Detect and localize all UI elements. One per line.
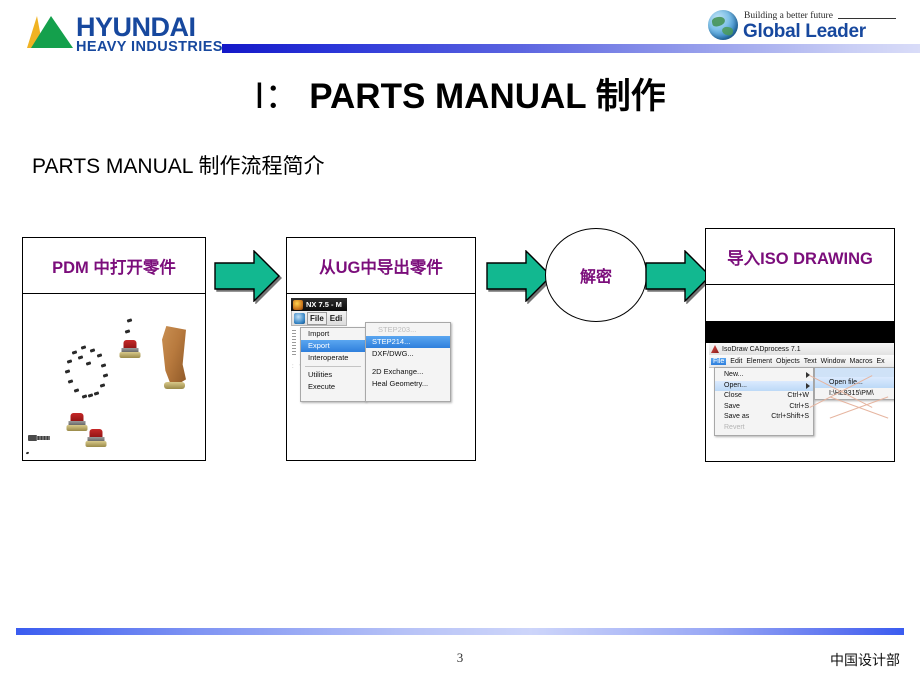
flow-step-1-header: PDM 中打开零件 <box>23 238 205 294</box>
logo-triangle-green-icon <box>31 16 73 48</box>
flow-step-1: PDM 中打开零件 <box>22 237 206 461</box>
nx-file-dropdown: Import Export Interoperate Utilities Exe… <box>300 327 366 402</box>
page-number: 3 <box>456 650 464 665</box>
nx-menu-item-interoperate[interactable]: Interoperate <box>301 352 365 364</box>
iso-menu-extras[interactable]: Ex <box>876 358 884 365</box>
page-title-numeral: Ⅰ： <box>254 77 300 116</box>
page-title-main: PARTS MANUAL <box>299 77 596 116</box>
brand-name: HYUNDAI <box>76 12 196 42</box>
iso-item-label: Open... <box>724 381 747 389</box>
iso-menu-macros[interactable]: Macros <box>850 358 873 365</box>
iso-menu-item-close[interactable]: Close Ctrl+W <box>715 391 813 402</box>
iso-menu-element[interactable]: Element <box>746 358 772 365</box>
iso-item-label: Save <box>724 402 740 410</box>
header-gradient-bar <box>222 44 920 53</box>
iso-item-label: New... <box>724 371 744 378</box>
hyundai-logo: HYUNDAI HEAVY INDUSTRIES <box>27 12 228 58</box>
cad-assembly-parts <box>23 294 205 460</box>
isodraw-file-menu-screenshot: IsoDraw CADprocess 7.1 File Edit Element… <box>706 285 894 461</box>
global-leader-logo: Building a better future Global Leader <box>708 8 898 44</box>
iso-menu-edit[interactable]: Edit <box>730 358 742 365</box>
flow-step-3-label: 解密 <box>579 269 612 286</box>
nx-app-icon <box>293 299 303 310</box>
iso-menu-text[interactable]: Text <box>804 358 817 365</box>
tagline-rule <box>838 18 896 19</box>
page-title-suffix: 制作 <box>595 77 666 116</box>
iso-menu-item-save[interactable]: Save Ctrl+S <box>715 402 813 413</box>
iso-menu-file[interactable]: File <box>711 357 727 365</box>
iso-item-label: Revert <box>724 423 745 431</box>
iso-item-label: Save as <box>724 413 750 420</box>
isodraw-app-icon <box>711 345 719 353</box>
flow-arrow-3-icon <box>645 250 711 302</box>
iso-menu-item-save-as[interactable]: Save as Ctrl+Shift+S <box>715 412 813 423</box>
cad-bracket-foot <box>164 382 185 389</box>
globe-icon <box>708 10 738 40</box>
flow-step-4-header: 导入ISO DRAWING <box>706 229 894 285</box>
iso-drawing-canvas <box>806 373 892 459</box>
nx-menu-item-import[interactable]: Import <box>301 328 365 340</box>
slide: HYUNDAI HEAVY INDUSTRIES Building a bett… <box>0 0 920 690</box>
flow-arrow-1-icon <box>214 250 280 302</box>
nx-menu-edit[interactable]: Edi <box>330 314 342 323</box>
iso-black-band <box>706 321 894 343</box>
flow-step-2-label: 从UG中导出零件 <box>319 258 443 277</box>
flow-step-2-body: NX 7.5 - M File Edi : * Import Export In… <box>287 294 475 460</box>
iso-item-shortcut: Ctrl+Shift+S <box>771 413 809 420</box>
tagline-text: Building a better future <box>744 11 833 21</box>
iso-file-dropdown: New... Open... Close Ctrl+W Save Ctrl+S Sa… <box>714 367 814 436</box>
cad-screw-part <box>28 434 50 442</box>
page-title: Ⅰ： PARTS MANUAL 制作 <box>0 68 920 119</box>
iso-menu-item-open[interactable]: Open... <box>715 380 813 391</box>
flow-step-1-label: PDM 中打开零件 <box>52 258 176 277</box>
nx-menu-item-utilities[interactable]: Utilities <box>301 369 365 381</box>
flow-step-2: 从UG中导出零件 NX 7.5 - M File Edi : * Import … <box>286 237 476 461</box>
iso-menu-window[interactable]: Window <box>821 358 846 365</box>
flow-step-1-body <box>23 294 205 460</box>
cad-bracket-part <box>162 326 186 388</box>
footer-department: 中国设计部 <box>830 652 900 668</box>
nx-submenu-item-healgeometry[interactable]: Heal Geometry... <box>366 378 450 390</box>
flow-step-4-label: 导入ISO DRAWING <box>727 249 873 268</box>
subtitle: PARTS MANUAL 制作流程简介 <box>32 155 325 178</box>
flow-step-4-body: IsoDraw CADprocess 7.1 File Edit Element… <box>706 285 894 461</box>
nx-handle-dots <box>292 330 296 356</box>
nx-export-menu-screenshot: NX 7.5 - M File Edi : * Import Export In… <box>287 294 475 460</box>
nx-menu-file[interactable]: File <box>307 311 327 325</box>
nx-title-bar: NX 7.5 - M <box>291 298 347 311</box>
nx-menu-separator <box>305 366 361 367</box>
cad-valve-part <box>119 340 140 358</box>
nx-export-submenu: STEP203... STEP214... DXF/DWG... 2D Exch… <box>365 322 451 402</box>
flow-step-4: 导入ISO DRAWING IsoDraw CADprocess 7.1 Fil… <box>705 228 895 462</box>
nx-submenu-item-dxfdwg[interactable]: DXF/DWG... <box>366 348 450 360</box>
flow-step-3: 解密 <box>545 228 647 322</box>
nx-toolbar: File Edi <box>291 311 347 326</box>
flow-step-2-header: 从UG中导出零件 <box>287 238 475 294</box>
iso-menu-item-new[interactable]: New... <box>715 370 813 381</box>
nx-window-title: NX 7.5 - M <box>306 300 342 309</box>
cad-valve-part <box>85 429 106 447</box>
iso-item-label: Close <box>724 392 742 399</box>
nx-menu-item-execute[interactable]: Execute <box>301 381 365 393</box>
brand-subtitle: HEAVY INDUSTRIES <box>76 39 223 55</box>
flow-arrow-2-icon <box>486 250 552 302</box>
slogan-text: Global Leader <box>743 21 866 42</box>
cad-valve-part <box>66 413 87 431</box>
footer-gradient-bar <box>16 628 904 635</box>
iso-menu-item-revert: Revert <box>715 423 813 434</box>
nx-toolbar-icon <box>294 312 305 324</box>
iso-app-title: IsoDraw CADprocess 7.1 <box>722 345 801 353</box>
iso-menu-objects[interactable]: Objects <box>776 358 800 365</box>
nx-submenu-item-ghost: STEP203... <box>378 325 417 334</box>
nx-submenu-item-step214[interactable]: STEP214... <box>366 336 450 348</box>
nx-menu-item-export[interactable]: Export <box>301 340 365 352</box>
nx-submenu-item-2dexchange[interactable]: 2D Exchange... <box>366 366 450 378</box>
